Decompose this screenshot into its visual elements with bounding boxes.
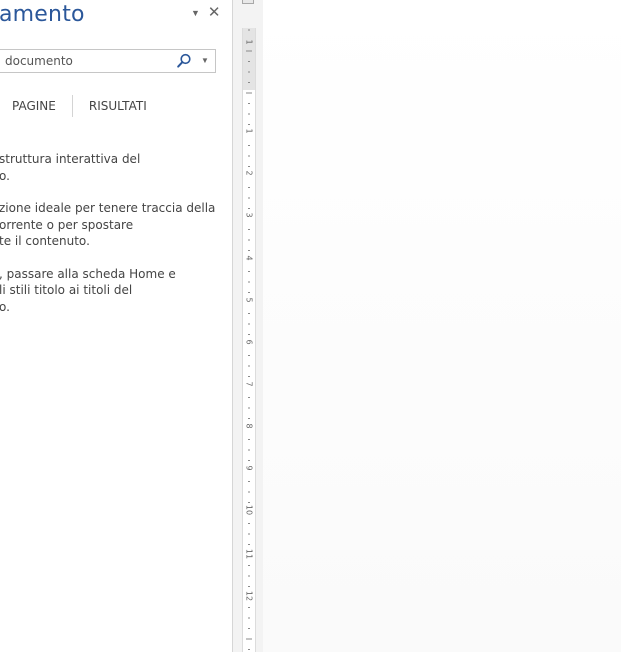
ruler-number: 5 [245,297,254,302]
chevron-down-icon[interactable]: ▼ [201,54,209,68]
document-canvas[interactable] [263,0,621,652]
help-line: , passare alla scheda Home e [0,266,176,281]
help-line: o. [0,299,10,314]
help-line: struttura interattiva del [0,152,141,166]
ruler-number: 11 [245,549,254,559]
pane-controls: ▼ ✕ [191,5,221,20]
tab-pagine[interactable]: PAGINE [12,98,72,114]
search-input[interactable]: documento [0,50,169,72]
ruler-number: 3 [245,212,254,217]
vertical-ruler-area: 1 1 2 3 4 5 6 7 8 9 10 11 12 [233,0,263,652]
pane-title: amento [0,2,85,27]
ruler-number: 7 [245,381,254,386]
ruler-number: 6 [245,339,254,344]
help-line: li stili titolo ai titoli del [0,283,133,297]
ruler-corner [242,0,254,4]
vertical-ruler[interactable]: 1 1 2 3 4 5 6 7 8 9 10 11 12 [242,28,256,652]
close-icon[interactable]: ✕ [208,5,221,20]
help-line: orrente o per spostare [0,217,134,232]
tab-risultati[interactable]: RISULTATI [89,98,163,114]
ruler-number: 2 [245,170,254,175]
tab-divider [71,95,73,117]
ruler-number: 12 [245,591,254,601]
ruler-ticks: 1123456789101112 [245,29,254,650]
help-line: te il contenuto. [0,234,90,248]
ruler-number: 4 [245,255,254,260]
search-box[interactable]: documento ▼ [0,49,216,73]
ruler-number: 1 [245,39,254,44]
ruler-number: 10 [245,505,254,515]
help-line: zione ideale per tenere traccia della [0,201,216,215]
dropdown-arrow-icon[interactable]: ▼ [191,6,200,20]
search-icon[interactable] [176,53,192,69]
word-window: amento ▼ ✕ documento ▼ PAGINE RISULTATI … [0,0,621,652]
nav-tabs: PAGINE RISULTATI [12,95,163,117]
ruler-number: 8 [245,423,254,428]
help-line: o. [0,168,10,183]
navigation-pane: amento ▼ ✕ documento ▼ PAGINE RISULTATI … [0,0,232,652]
navigation-help-text: struttura interattiva del o. zione ideal… [0,151,231,315]
ruler-number: 9 [245,465,254,470]
ruler-number: 1 [245,128,254,133]
